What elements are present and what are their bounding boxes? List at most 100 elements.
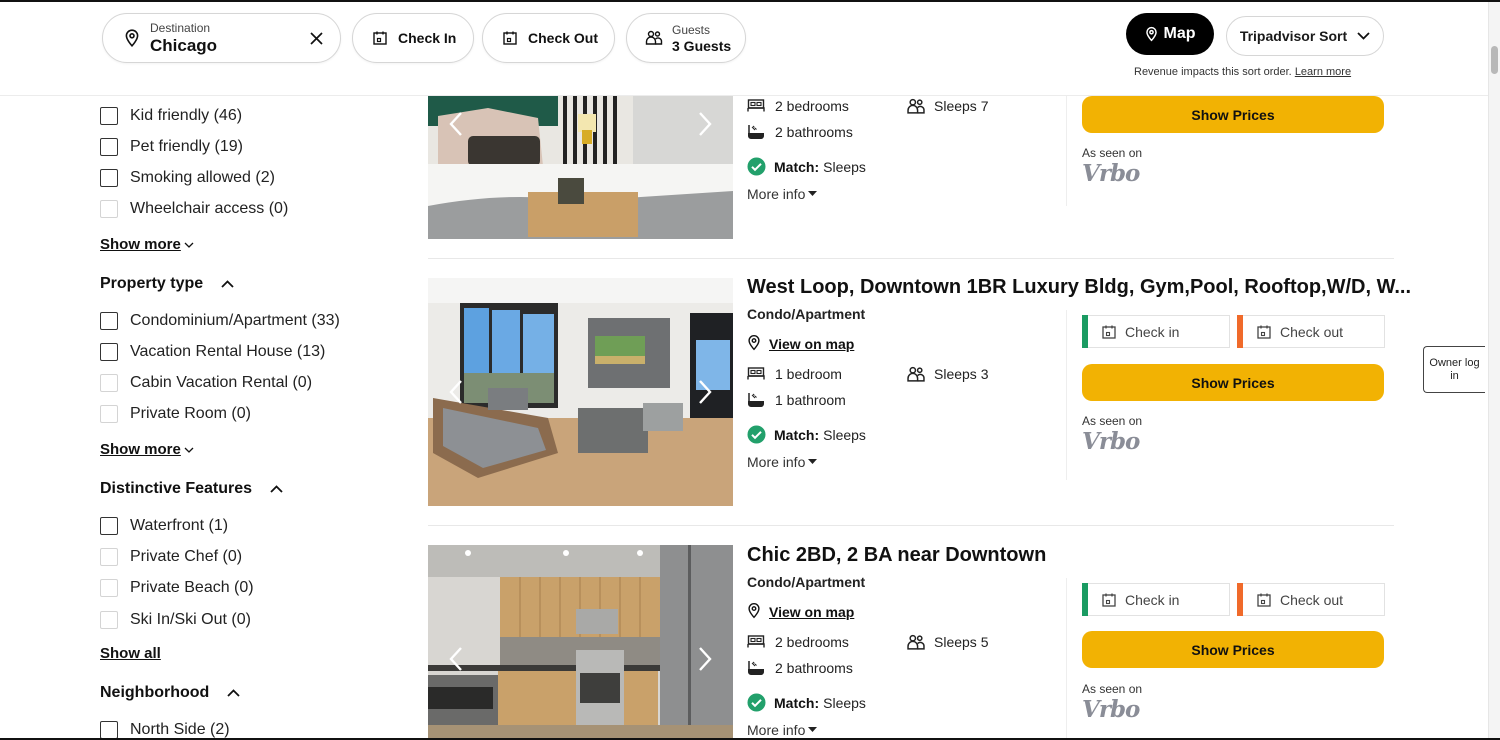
chevron-left-icon bbox=[449, 112, 462, 136]
checkbox[interactable] bbox=[100, 517, 118, 535]
listing-title[interactable]: West Loop, Downtown 1BR Luxury Bldg, Gym… bbox=[747, 276, 1411, 299]
view-on-map-link[interactable]: View on map bbox=[747, 602, 854, 622]
bathrooms-feature: 2 bathrooms bbox=[747, 659, 853, 677]
check-in-date-field[interactable]: Check in bbox=[1082, 583, 1230, 616]
checkbox[interactable] bbox=[100, 579, 118, 597]
destination-field[interactable]: Destination Chicago bbox=[102, 13, 341, 63]
filter-pet-friendly[interactable]: Pet friendly (19) bbox=[100, 138, 243, 156]
more-info-toggle[interactable]: More info bbox=[747, 186, 818, 202]
carousel-next-button[interactable] bbox=[685, 639, 725, 679]
match-label: Match: bbox=[774, 694, 820, 711]
checkbox[interactable] bbox=[100, 200, 118, 218]
people-icon bbox=[906, 365, 926, 383]
check-out-color-bar bbox=[1237, 583, 1243, 616]
more-info-toggle[interactable]: More info bbox=[747, 722, 818, 738]
bed-icon bbox=[747, 365, 767, 383]
listing-photo-carousel[interactable] bbox=[428, 96, 733, 239]
row-divider bbox=[428, 525, 1394, 526]
view-on-map-link[interactable]: View on map bbox=[747, 334, 854, 354]
carousel-prev-button[interactable] bbox=[436, 372, 476, 412]
property-type-show-more-link[interactable]: Show more bbox=[100, 441, 194, 458]
check-in-color-bar bbox=[1082, 583, 1088, 616]
filter-ski-in-ski-out[interactable]: Ski In/Ski Out (0) bbox=[100, 611, 251, 629]
neighborhood-heading[interactable]: Neighborhood bbox=[100, 684, 240, 702]
chevron-down-icon bbox=[184, 242, 194, 248]
checkbox[interactable] bbox=[100, 548, 118, 566]
filter-label: North Side (2) bbox=[130, 721, 230, 738]
carousel-next-button[interactable] bbox=[685, 372, 725, 412]
carousel-next-button[interactable] bbox=[685, 104, 725, 144]
filter-private-room[interactable]: Private Room (0) bbox=[100, 405, 251, 423]
chevron-right-icon bbox=[699, 647, 712, 671]
filter-vacation-rental-house[interactable]: Vacation Rental House (13) bbox=[100, 343, 325, 361]
listing-title[interactable]: Chic 2BD, 2 BA near Downtown bbox=[747, 544, 1046, 567]
check-out-button[interactable]: Check Out bbox=[482, 13, 615, 63]
guests-button[interactable]: Guests 3 Guests bbox=[626, 13, 746, 63]
more-info-label: More info bbox=[747, 722, 806, 738]
sleeps-feature: Sleeps 5 bbox=[906, 633, 988, 651]
distinctive-features-heading[interactable]: Distinctive Features bbox=[100, 480, 283, 498]
learn-more-link[interactable]: Learn more bbox=[1295, 66, 1351, 78]
show-prices-button[interactable]: Show Prices bbox=[1082, 96, 1384, 133]
check-out-date-field[interactable]: Check out bbox=[1237, 315, 1385, 348]
checkbox[interactable] bbox=[100, 138, 118, 156]
bathrooms-text: 1 bathroom bbox=[775, 392, 846, 408]
chevron-up-icon bbox=[227, 689, 240, 697]
sleeps-text: Sleeps 3 bbox=[934, 366, 989, 382]
people-icon bbox=[906, 97, 926, 115]
checkbox[interactable] bbox=[100, 405, 118, 423]
caret-down-icon bbox=[808, 459, 818, 465]
checkbox[interactable] bbox=[100, 721, 118, 739]
map-button[interactable]: Map bbox=[1126, 13, 1214, 55]
people-icon bbox=[645, 29, 663, 47]
sort-dropdown[interactable]: Tripadvisor Sort bbox=[1226, 16, 1384, 56]
checkbox[interactable] bbox=[100, 611, 118, 629]
filter-waterfront[interactable]: Waterfront (1) bbox=[100, 517, 228, 535]
check-in-date-field[interactable]: Check in bbox=[1082, 315, 1230, 348]
destination-label: Destination bbox=[150, 21, 211, 35]
checkbox[interactable] bbox=[100, 374, 118, 392]
listing-photo-carousel[interactable] bbox=[428, 545, 733, 740]
show-prices-button[interactable]: Show Prices bbox=[1082, 364, 1384, 401]
check-in-button[interactable]: Check In bbox=[352, 13, 474, 63]
filter-label: Ski In/Ski Out (0) bbox=[130, 611, 251, 628]
filter-label: Vacation Rental House (13) bbox=[130, 343, 326, 360]
filter-kid-friendly[interactable]: Kid friendly (46) bbox=[100, 107, 242, 125]
filter-label: Smoking allowed (2) bbox=[130, 169, 275, 186]
bathtub-icon bbox=[747, 391, 767, 409]
amenities-show-more-link[interactable]: Show more bbox=[100, 236, 194, 253]
carousel-prev-button[interactable] bbox=[436, 104, 476, 144]
filter-smoking-allowed[interactable]: Smoking allowed (2) bbox=[100, 169, 275, 187]
show-prices-button[interactable]: Show Prices bbox=[1082, 631, 1384, 668]
checkbox[interactable] bbox=[100, 169, 118, 187]
checkbox[interactable] bbox=[100, 343, 118, 361]
filter-condominium-apartment[interactable]: Condominium/Apartment (33) bbox=[100, 312, 340, 330]
carousel-prev-button[interactable] bbox=[436, 639, 476, 679]
clear-destination-icon[interactable] bbox=[306, 28, 326, 48]
filter-private-beach[interactable]: Private Beach (0) bbox=[100, 579, 254, 597]
location-pin-icon bbox=[747, 334, 761, 354]
search-header: Destination Chicago Check In Check Out G… bbox=[0, 0, 1488, 96]
guests-label: Guests bbox=[672, 22, 711, 37]
page-scrollbar[interactable] bbox=[1488, 0, 1500, 740]
filter-label: Cabin Vacation Rental (0) bbox=[130, 374, 313, 391]
scrollbar-thumb[interactable] bbox=[1491, 46, 1498, 74]
calendar-icon bbox=[501, 29, 519, 47]
filter-label: Condominium/Apartment (33) bbox=[130, 312, 340, 329]
property-type-heading[interactable]: Property type bbox=[100, 275, 234, 293]
filter-private-chef[interactable]: Private Chef (0) bbox=[100, 548, 242, 566]
destination-value[interactable]: Chicago bbox=[150, 37, 217, 54]
more-info-toggle[interactable]: More info bbox=[747, 454, 818, 470]
listing-photo-carousel[interactable] bbox=[428, 278, 733, 506]
distinctive-features-show-all-link[interactable]: Show all bbox=[100, 645, 161, 662]
filter-wheelchair-access[interactable]: Wheelchair access (0) bbox=[100, 200, 288, 218]
owner-login-button[interactable]: Owner log in bbox=[1423, 346, 1485, 393]
filter-label: Pet friendly (19) bbox=[130, 138, 243, 155]
filter-north-side[interactable]: North Side (2) bbox=[100, 721, 230, 739]
more-info-label: More info bbox=[747, 186, 806, 202]
checkbox[interactable] bbox=[100, 107, 118, 125]
checkbox[interactable] bbox=[100, 312, 118, 330]
sort-label: Tripadvisor Sort bbox=[1239, 28, 1348, 44]
check-out-date-field[interactable]: Check out bbox=[1237, 583, 1385, 616]
filter-cabin-vacation-rental[interactable]: Cabin Vacation Rental (0) bbox=[100, 374, 312, 392]
